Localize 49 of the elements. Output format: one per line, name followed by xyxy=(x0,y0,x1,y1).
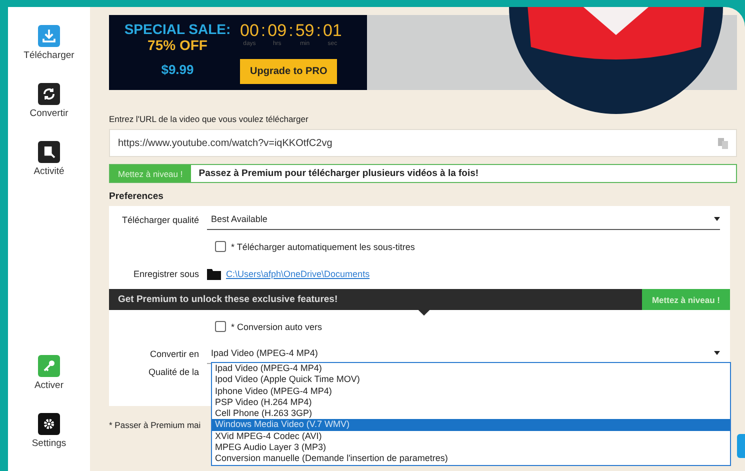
key-icon xyxy=(38,355,60,377)
quality-dropdown[interactable]: Best Available xyxy=(207,209,720,230)
folder-path-link[interactable]: C:\Users\afph\OneDrive\Documents xyxy=(226,268,370,278)
sidebar-item[interactable]: Convertir xyxy=(8,83,90,119)
checkbox[interactable] xyxy=(215,241,226,252)
countdown-value: 59 xyxy=(295,21,314,40)
countdown-value: 00 xyxy=(240,21,259,40)
dropdown-option[interactable]: Ipod Video (Apple Quick Time MOV) xyxy=(212,374,730,386)
countdown-value: 01 xyxy=(322,21,342,41)
dropdown-option[interactable]: Cell Phone (H.263 3GP) xyxy=(212,408,730,420)
refresh-icon xyxy=(38,83,60,105)
premium-message: Get Premium to unlock these exclusive features! xyxy=(117,294,339,305)
countdown-separator: : xyxy=(288,21,294,42)
dropdown-option[interactable]: Ipad Video (MPEG-4 MP4) xyxy=(212,363,730,374)
field-label: Convertir en xyxy=(148,348,200,358)
field-label: Qualité de la xyxy=(147,367,200,377)
checkbox[interactable] xyxy=(215,321,226,332)
dropdown-option[interactable]: XVid MPEG-4 Codec (AVI) xyxy=(212,430,730,442)
sidebar-item[interactable]: Settings xyxy=(8,413,90,449)
discount-text: 75% OFF xyxy=(146,37,208,53)
field-label: Télécharger qualité xyxy=(120,214,200,224)
dropdown-option[interactable]: MPEG Audio Layer 3 (MP3) xyxy=(212,442,730,454)
section-title: Preferences xyxy=(109,191,164,202)
checkbox-label: * Télécharger automatiquement les sous-titres xyxy=(231,242,415,252)
dropdown-option[interactable]: PSP Video (H.264 MP4) xyxy=(212,396,730,408)
upgrade-message: Passez à Premium pour télécharger plusieurs vidéos à la fois! xyxy=(198,168,480,179)
document-icon xyxy=(38,141,60,163)
caret-icon xyxy=(714,217,720,221)
settings-icon xyxy=(38,413,60,435)
sale-headline: SPECIAL SALE: xyxy=(123,21,232,37)
dropdown-option[interactable]: Windows Media Video (V.7 WMV) xyxy=(212,419,730,431)
countdown-separator: : xyxy=(260,21,266,42)
caret-icon xyxy=(714,351,720,355)
dropdown-option[interactable]: Conversion manuelle (Demande l'insertion de parametres) xyxy=(212,453,730,465)
checkbox-label: * Conversion auto vers xyxy=(231,322,322,332)
folder-icon[interactable] xyxy=(207,268,221,280)
url-field[interactable]: https://www.youtube.com/watch?v=iqKKOtfC2vg xyxy=(109,129,737,157)
field-label: Enregistrer sous xyxy=(132,268,200,278)
url-label: Entrez l'URL de la video que vous voulez télécharger xyxy=(109,114,310,124)
sidebar-item[interactable]: Activer xyxy=(8,355,90,391)
price-text: $9.99 xyxy=(160,62,195,77)
sidebar-item[interactable]: Activité xyxy=(8,141,90,177)
dropdown-option[interactable]: Iphone Video (MPEG-4 MP4) xyxy=(212,386,730,397)
upgrade-button[interactable]: Upgrade to PRO xyxy=(240,59,338,84)
download-icon xyxy=(38,25,60,47)
sidebar-item[interactable]: Télécharger xyxy=(8,25,90,61)
countdown-separator: : xyxy=(316,21,321,42)
footer-note: * Passer à Premium mai xyxy=(109,420,201,430)
countdown-value: 09 xyxy=(268,21,287,40)
